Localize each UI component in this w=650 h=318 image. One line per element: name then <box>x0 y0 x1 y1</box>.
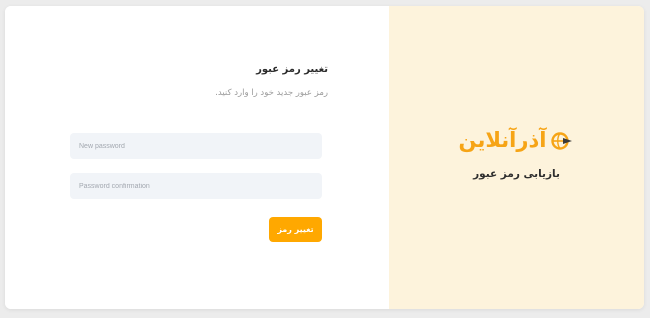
new-password-field[interactable] <box>70 133 322 159</box>
brand-pane: آذرآنلاین بازیابی رمز عبور <box>389 6 644 309</box>
page-title: تغییر رمز عبور <box>256 64 328 75</box>
globe-arrow-icon <box>551 131 573 150</box>
brand-logo: آذرآنلاین <box>459 130 575 152</box>
reset-password-card: تغییر رمز عبور رمز عبور جدید خود را وارد… <box>5 6 644 309</box>
change-password-button[interactable]: تغییر رمز <box>269 217 322 242</box>
brand-caption: بازیابی رمز عبور <box>473 167 560 180</box>
logo-wordmark: آذرآنلاین <box>458 128 547 152</box>
form-pane: تغییر رمز عبور رمز عبور جدید خود را وارد… <box>5 6 389 309</box>
page-subtitle: رمز عبور جدید خود را وارد کنید. <box>215 88 328 98</box>
password-confirmation-field[interactable] <box>70 173 322 199</box>
